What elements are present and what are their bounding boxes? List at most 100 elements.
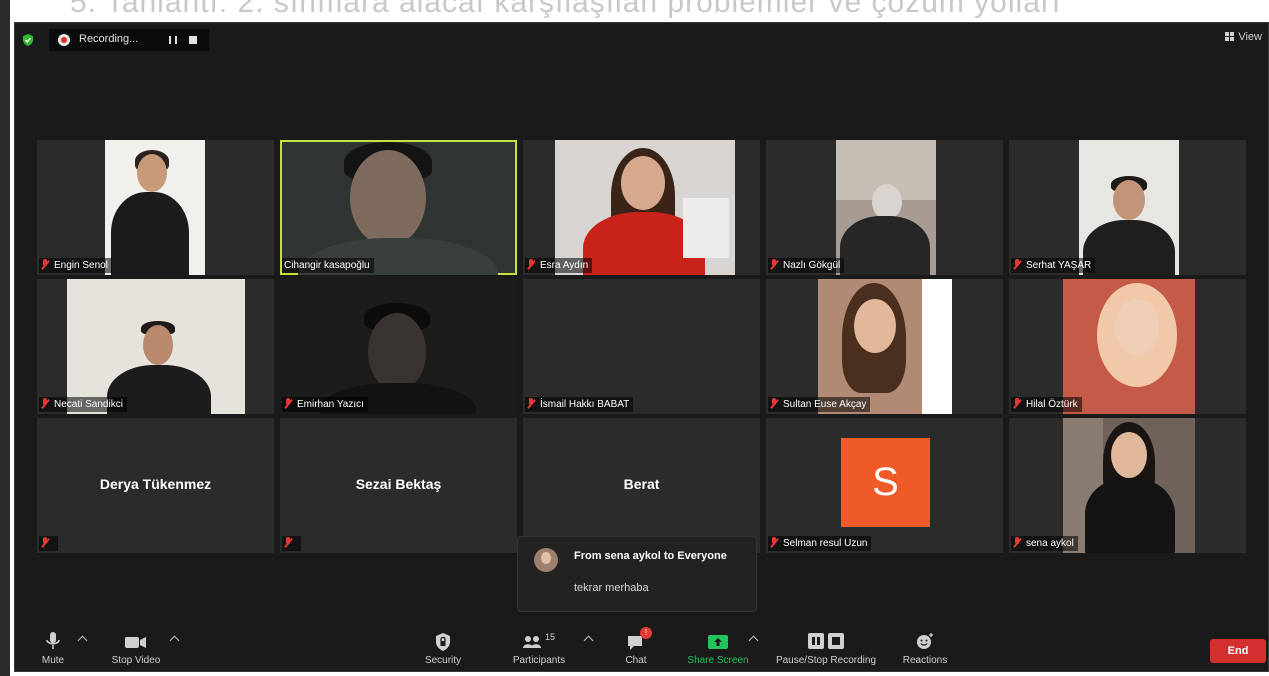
- background-slide-title: 5. Tanlantı: 2. sınıflara alacaı karşıla…: [70, 0, 1062, 19]
- chevron-up-icon[interactable]: [77, 635, 88, 646]
- muted-mic-icon: [1013, 398, 1022, 409]
- shield-icon[interactable]: [21, 33, 35, 47]
- gallery-grid: Engin Senol Cihangir kasapoğlu Esra Aydı…: [37, 140, 1249, 553]
- muted-mic-icon: [41, 259, 50, 270]
- participant-name-tag: sena aykol: [1011, 536, 1078, 551]
- participant-video: [282, 142, 515, 275]
- participant-name-tag: [39, 536, 58, 551]
- avatar: [534, 548, 558, 572]
- participant-name-tag: [282, 536, 301, 551]
- muted-mic-icon: [284, 398, 293, 409]
- muted-mic-icon: [527, 259, 536, 270]
- mute-button[interactable]: Mute: [33, 625, 73, 671]
- meeting-toolbar: Mute Stop Video Security 15 Participants: [15, 625, 1268, 671]
- participant-tile[interactable]: Emirhan Yazıcı: [280, 279, 517, 414]
- pause-stop-icon: [806, 631, 846, 653]
- participant-tile[interactable]: Sezai Bektaş: [280, 418, 517, 553]
- muted-mic-icon: [527, 398, 536, 409]
- participant-tile[interactable]: Derya Tükenmez: [37, 418, 274, 553]
- participant-name-tag: Emirhan Yazıcı: [282, 397, 368, 412]
- participant-name: İsmail Hakkı BABAT: [540, 399, 630, 410]
- participant-name: Nazlı Gökgül: [783, 260, 841, 271]
- participant-name: Necati Sandikci: [54, 399, 123, 410]
- muted-mic-icon: [770, 398, 779, 409]
- participant-name-tag: Sultan Euse Akçay: [768, 397, 871, 412]
- participant-name: sena aykol: [1026, 538, 1074, 549]
- chat-notification-popup[interactable]: From sena aykol to Everyone tekrar merha…: [517, 536, 757, 612]
- participant-name-tag: İsmail Hakkı BABAT: [525, 397, 634, 412]
- muted-mic-icon: [41, 398, 50, 409]
- participant-video: [105, 140, 205, 275]
- chat-message: tekrar merhaba: [574, 582, 649, 594]
- share-screen-label: Share Screen: [687, 655, 749, 666]
- stop-icon[interactable]: [189, 36, 197, 44]
- security-button[interactable]: Security: [417, 625, 469, 671]
- smiley-icon: [915, 631, 935, 653]
- participants-icon: 15: [521, 631, 557, 653]
- chevron-up-icon[interactable]: [169, 635, 180, 646]
- participant-video: [818, 279, 952, 414]
- chat-label: Chat: [625, 655, 647, 666]
- participant-video: [280, 279, 517, 414]
- muted-mic-icon: [41, 537, 50, 548]
- participant-name-tag: Esra Aydın: [525, 258, 593, 273]
- participant-tile[interactable]: S Selman resul Uzun: [766, 418, 1003, 553]
- participant-tile[interactable]: Serhat YAŞAR: [1009, 140, 1246, 275]
- participant-tile[interactable]: Necati Sandikci: [37, 279, 274, 414]
- recording-label: Recording...: [79, 33, 139, 45]
- stop-video-button[interactable]: Stop Video: [103, 625, 169, 671]
- muted-mic-icon: [770, 537, 779, 548]
- participant-name: Cihangir kasapoğlu: [284, 260, 370, 271]
- mute-label: Mute: [41, 655, 65, 666]
- participant-tile[interactable]: Esra Aydın: [523, 140, 760, 275]
- participant-name: Hilal Öztürk: [1026, 399, 1078, 410]
- muted-mic-icon: [284, 537, 293, 548]
- zoom-meeting-window: Recording... View Engin Senol Cihangir k…: [14, 22, 1269, 672]
- video-camera-icon: [124, 631, 148, 653]
- muted-mic-icon: [770, 259, 779, 270]
- participant-display-name: Derya Tükenmez: [99, 476, 212, 492]
- participant-tile[interactable]: Berat: [523, 418, 760, 553]
- participant-name-tag: Cihangir kasapoğlu: [282, 258, 374, 273]
- participant-video: [555, 140, 735, 275]
- pause-stop-recording-label: Pause/Stop Recording: [775, 655, 877, 666]
- participant-video: [836, 140, 936, 275]
- view-button[interactable]: View: [1225, 31, 1262, 43]
- chat-bubble-icon: !: [626, 627, 652, 653]
- background-window-edge: [0, 0, 10, 676]
- participant-tile[interactable]: Engin Senol: [37, 140, 274, 275]
- participant-name-tag: Engin Senol: [39, 258, 112, 273]
- chat-unread-badge: !: [640, 627, 652, 639]
- participant-tile[interactable]: Nazlı Gökgül: [766, 140, 1003, 275]
- avatar: S: [841, 438, 930, 527]
- pause-stop-recording-button[interactable]: Pause/Stop Recording: [771, 625, 881, 671]
- participants-button[interactable]: 15 Participants: [507, 625, 571, 671]
- security-label: Security: [424, 655, 462, 666]
- participant-name: Sultan Euse Akçay: [783, 399, 867, 410]
- participant-video: [1063, 418, 1195, 553]
- chat-button[interactable]: ! Chat: [619, 625, 653, 671]
- participant-tile-active-speaker[interactable]: Cihangir kasapoğlu: [280, 140, 517, 275]
- participant-name: Selman resul Uzun: [783, 538, 868, 549]
- meeting-topbar: Recording... View: [15, 23, 1268, 57]
- chat-sender: From sena aykol to Everyone: [574, 550, 727, 562]
- participant-name: Serhat YAŞAR: [1026, 260, 1092, 271]
- share-screen-button[interactable]: Share Screen: [683, 625, 753, 671]
- participant-name: Esra Aydın: [540, 260, 589, 271]
- chevron-up-icon[interactable]: [583, 635, 594, 646]
- participant-name-tag: Necati Sandikci: [39, 397, 127, 412]
- end-meeting-button[interactable]: End: [1210, 639, 1266, 663]
- reactions-button[interactable]: Reactions: [899, 625, 951, 671]
- participant-tile[interactable]: Hilal Öztürk: [1009, 279, 1246, 414]
- microphone-icon: [45, 631, 61, 653]
- pause-icon[interactable]: [169, 36, 177, 44]
- muted-mic-icon: [1013, 537, 1022, 548]
- participant-tile[interactable]: Sultan Euse Akçay: [766, 279, 1003, 414]
- muted-mic-icon: [1013, 259, 1022, 270]
- view-label: View: [1238, 31, 1262, 43]
- participant-display-name: Berat: [623, 476, 660, 492]
- recording-dot-icon: [58, 34, 70, 46]
- participant-tile[interactable]: İsmail Hakkı BABAT: [523, 279, 760, 414]
- participant-tile[interactable]: sena aykol: [1009, 418, 1246, 553]
- share-screen-icon: [707, 631, 729, 653]
